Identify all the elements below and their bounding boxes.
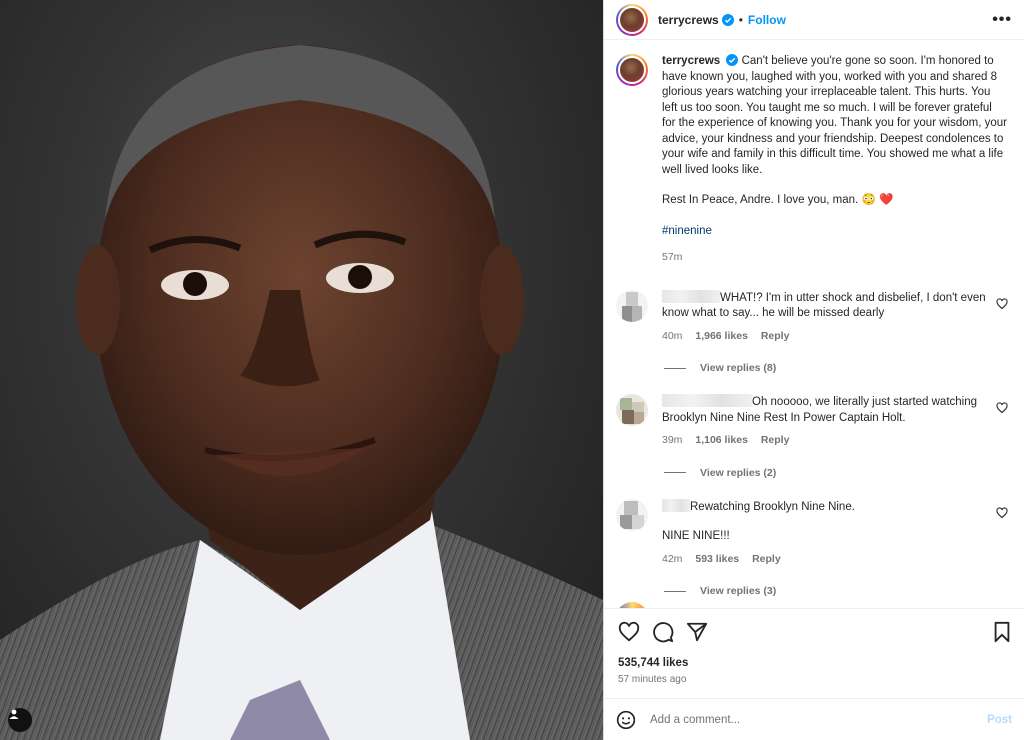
post-caption: terrycrews Can't believe you're gone so … [616,54,1008,266]
caption-avatar[interactable] [616,54,648,86]
heart-icon[interactable] [618,621,640,643]
view-replies-label: View replies (8) [700,362,777,374]
comment-likes[interactable]: 1,966 likes [695,330,748,342]
post-dialog: terrycrews • Follow ••• terrycrews Can't… [0,0,1024,740]
author-username[interactable]: terrycrews [658,13,719,27]
user-icon [9,709,19,719]
post-sidebar: terrycrews • Follow ••• terrycrews Can't… [603,0,1024,740]
caption-username[interactable]: terrycrews [662,55,720,67]
like-comment-icon[interactable] [996,297,1008,310]
blurred-username[interactable] [662,498,690,512]
tagged-users-button[interactable] [8,708,32,732]
view-replies-button[interactable]: View replies (3) [664,585,1008,597]
commenter-avatar[interactable] [616,498,648,531]
comment-text-2: NINE NINE!!! [662,530,730,542]
bookmark-icon[interactable] [992,621,1012,643]
view-replies-button[interactable]: View replies (8) [664,362,1008,374]
post-button[interactable]: Post [987,714,1012,726]
reply-button[interactable]: Reply [761,434,790,446]
caption-text-2: Rest In Peace, Andre. I love you, man. 😳… [662,194,894,206]
like-comment-icon[interactable] [996,402,1008,414]
author-avatar[interactable] [616,3,648,36]
hashtag-link[interactable]: #ninenine [662,224,1008,240]
view-replies-label: View replies (3) [700,585,777,597]
caption-time[interactable]: 57m [662,250,1008,266]
comment-meta: 40m 1,966 likes Reply [662,329,994,345]
comment-text: Rewatching Brooklyn Nine Nine. [690,500,855,513]
share-icon[interactable] [686,621,708,643]
blurred-username[interactable] [662,394,752,407]
comment-meta: 39m 1,106 likes Reply [662,433,994,449]
comment-time[interactable]: 40m [662,330,682,342]
comment-meta: 42m 593 likes Reply [662,552,994,568]
like-comment-icon[interactable] [996,506,1008,519]
caption-text: Can't believe you're gone so soon. I'm h… [662,55,1007,176]
more-options-button[interactable]: ••• [992,11,1012,29]
next-comment-avatar[interactable] [616,602,648,608]
blurred-username[interactable] [662,289,720,303]
commenter-avatar[interactable] [616,289,648,322]
verified-badge-icon [721,13,734,26]
comment-input[interactable] [650,713,988,726]
post-photo[interactable] [0,0,603,740]
follow-button[interactable]: Follow [748,13,786,27]
view-replies-button[interactable]: View replies (2) [664,467,1008,479]
comment-icon[interactable] [652,621,674,643]
reply-button[interactable]: Reply [761,330,790,342]
comments-section[interactable]: terrycrews Can't believe you're gone so … [604,40,1024,608]
comment-likes[interactable]: 593 likes [695,553,739,565]
view-replies-label: View replies (2) [700,466,777,479]
comment-item: Oh nooooo, we literally just started wat… [616,394,1008,449]
comment-time[interactable]: 42m [662,553,682,565]
post-header: terrycrews • Follow ••• [604,0,1024,40]
portrait-image [0,45,603,740]
comment-item: Rewatching Brooklyn Nine Nine. NINE NINE… [616,498,1008,568]
emoji-icon[interactable] [616,710,636,730]
comment-likes[interactable]: 1,106 likes [695,434,748,446]
verified-badge-icon [726,54,739,66]
reply-button[interactable]: Reply [752,553,781,565]
comment-item: WHAT!? I'm in utter shock and disbelief,… [616,289,1008,345]
comment-composer: Post [604,698,1024,740]
comment-time[interactable]: 39m [662,434,682,446]
commenter-avatar[interactable] [616,394,648,426]
post-timestamp[interactable]: 57 minutes ago [618,674,1012,685]
separator-dot: • [738,12,743,27]
likes-count[interactable]: 535,744 likes [618,657,1012,669]
post-actions: 535,744 likes 57 minutes ago [604,608,1024,698]
